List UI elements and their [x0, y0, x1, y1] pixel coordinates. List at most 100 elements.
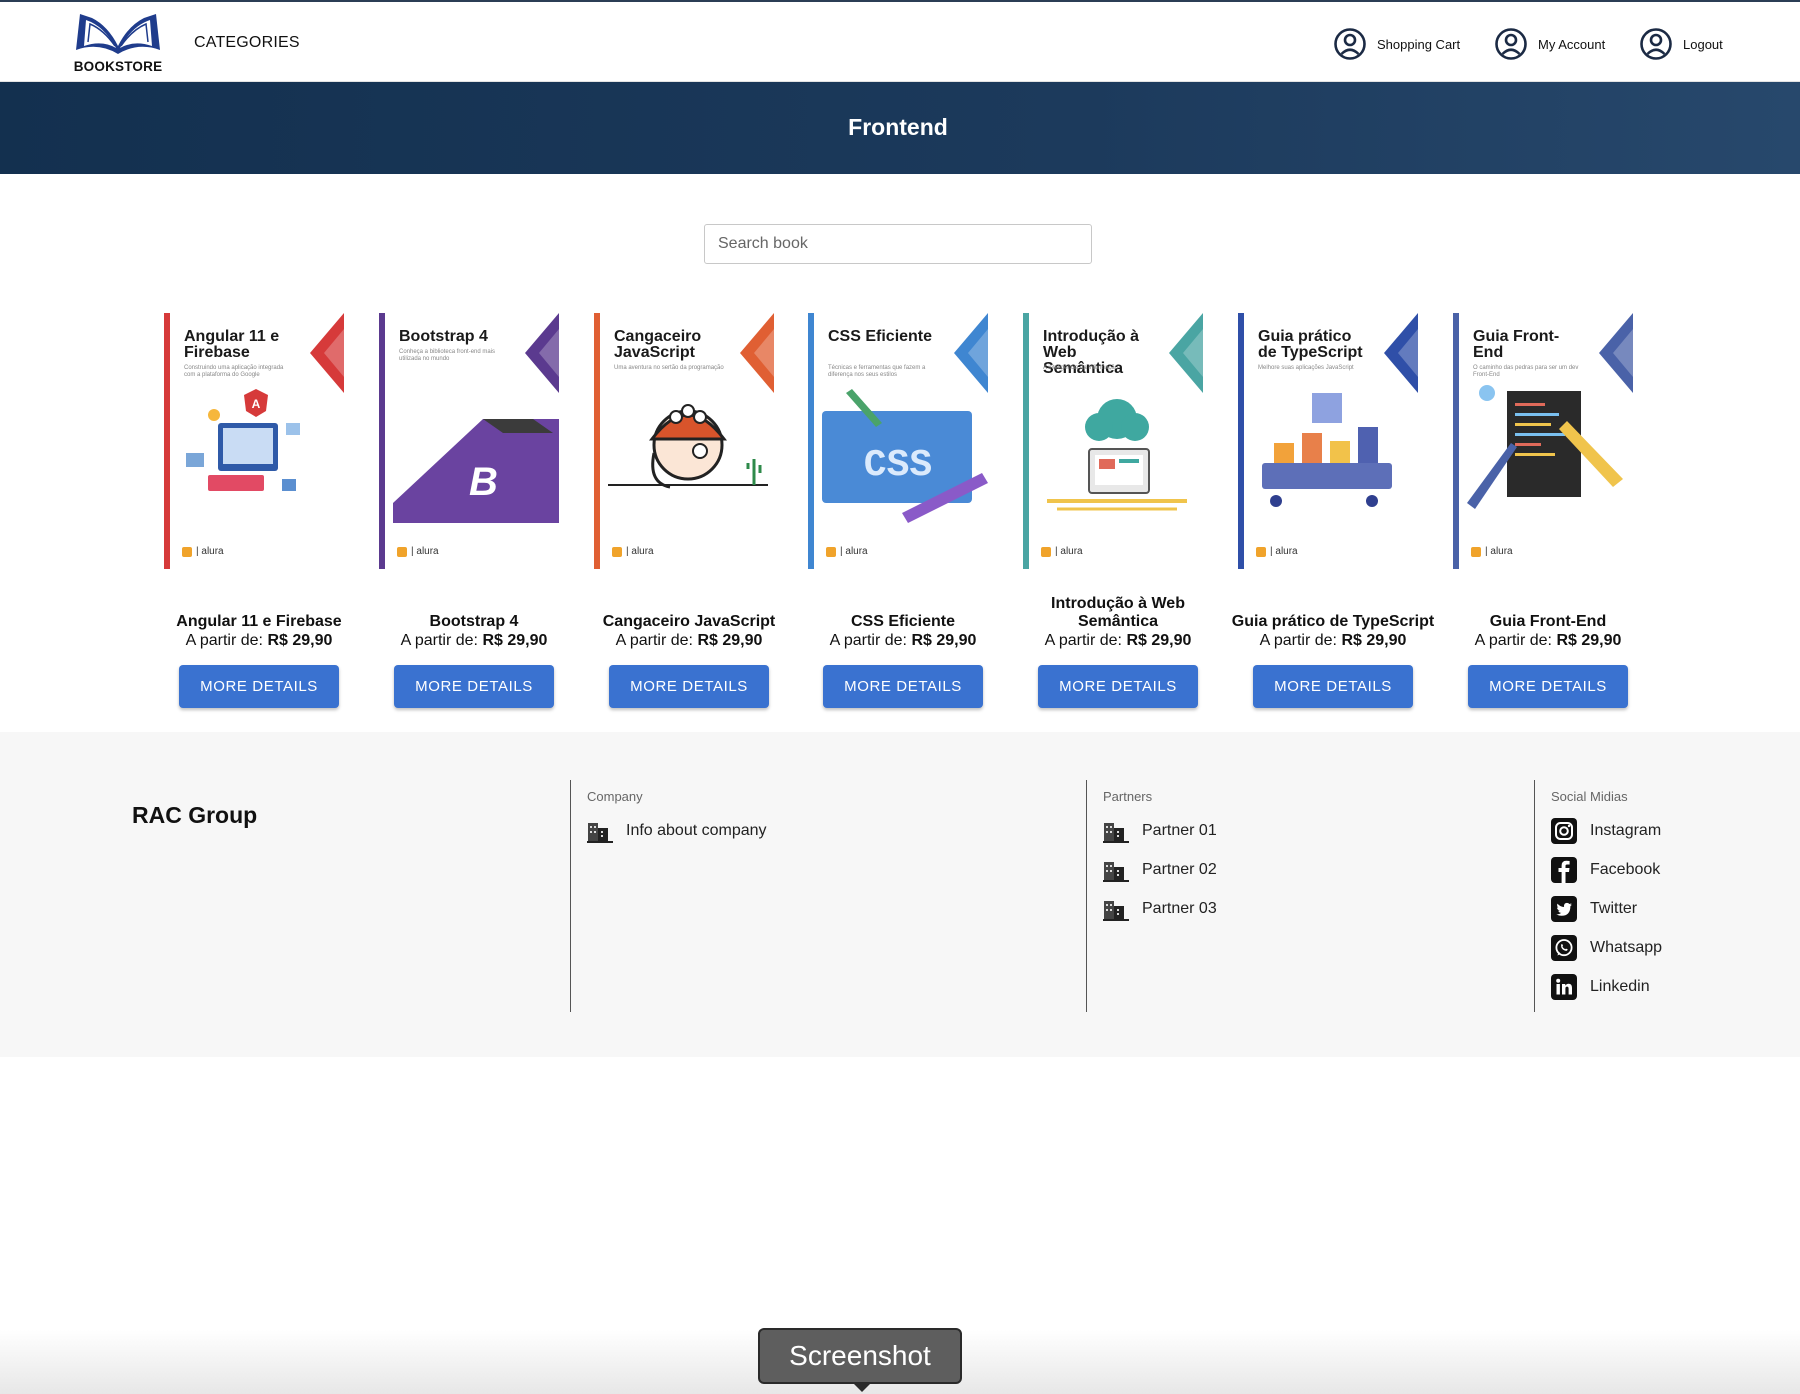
book-card: Angular 11 e Firebase Construindo uma apl… [144, 313, 344, 713]
cover-spine [1238, 313, 1244, 569]
price-value: R$ 29,90 [482, 632, 548, 649]
cover-title: Guia prático de TypeScript [1258, 328, 1363, 361]
shopping-cart-label: Shopping Cart [1377, 36, 1461, 52]
cover-title: Bootstrap 4 [399, 328, 488, 345]
book-price: A partir de: R$ 29,90 [574, 632, 804, 650]
book-price: A partir de: R$ 29,90 [1218, 632, 1448, 650]
cover-spine [1023, 313, 1029, 569]
price-value: R$ 29,90 [1556, 632, 1622, 649]
book-cover[interactable]: Bootstrap 4 Conheça a biblioteca front-en… [379, 313, 559, 569]
footer-link-partner-03[interactable]: Partner 03 [1103, 896, 1217, 922]
book-price: A partir de: R$ 29,90 [1433, 632, 1663, 650]
user-circle-icon [1495, 28, 1527, 60]
shopping-cart-link[interactable]: Shopping Cart [1333, 26, 1460, 62]
my-account-label: My Account [1538, 36, 1606, 52]
svg-text:CSS: CSS [864, 444, 932, 487]
cover-subtitle: Conheça a biblioteca front-end mais util… [399, 349, 496, 362]
footer-link-twitter[interactable]: Twitter [1551, 896, 1662, 922]
cover-flag-icon [954, 313, 988, 393]
footer: RAC Group Company Info about company Par… [0, 732, 1800, 1057]
footer-link-linkedin[interactable]: Linkedin [1551, 974, 1662, 1000]
twitter-icon [1551, 896, 1577, 922]
footer-link-whatsapp[interactable]: Whatsapp [1551, 935, 1662, 961]
cover-flag-icon [1384, 313, 1418, 393]
book-title: Bootstrap 4 [429, 613, 519, 630]
category-banner: Frontend [0, 82, 1800, 174]
price-value: R$ 29,90 [267, 632, 333, 649]
cover-flag-icon [740, 313, 774, 393]
logo-text: BOOKSTORE [73, 59, 163, 74]
price-value: R$ 29,90 [697, 632, 763, 649]
cover-flag-icon [1599, 313, 1633, 393]
cover-illustration: B [393, 419, 559, 523]
cover-subtitle: Construindo uma aplicação integrada com … [184, 365, 284, 378]
more-details-button[interactable]: MORE DETAILS [1468, 665, 1628, 708]
cover-illustration: CSS [822, 389, 988, 523]
book-price: A partir de: R$ 29,90 [359, 632, 589, 650]
user-circle-icon [1334, 28, 1366, 60]
tooltip-pointer [852, 1382, 872, 1392]
more-details-button[interactable]: MORE DETAILS [609, 665, 769, 708]
footer-link-partner-01[interactable]: Partner 01 [1103, 818, 1217, 844]
price-value: R$ 29,90 [1341, 632, 1407, 649]
book-card: Introdução à Web Semântica A inteligência… [1003, 313, 1203, 713]
book-title: Guia Front-End [1489, 613, 1607, 630]
publisher-logo: | alura [826, 546, 868, 557]
book-cover[interactable]: Angular 11 e Firebase Construindo uma apl… [164, 313, 344, 569]
book-price: A partir de: R$ 29,90 [788, 632, 1018, 650]
book-card: Guia Front-End O caminho das pedras para … [1433, 313, 1633, 713]
more-details-button[interactable]: MORE DETAILS [394, 665, 554, 708]
more-details-button[interactable]: MORE DETAILS [1038, 665, 1198, 708]
book-cover[interactable]: Guia Front-End O caminho das pedras para … [1453, 313, 1633, 569]
bookstore-logo[interactable]: BOOKSTORE [66, 8, 170, 80]
footer-link-facebook[interactable]: Facebook [1551, 857, 1662, 883]
cover-subtitle: Uma aventura no sertão da programação [614, 365, 724, 371]
cover-spine [164, 313, 170, 569]
cover-flag-icon [1169, 313, 1203, 393]
logout-link[interactable]: Logout [1639, 26, 1723, 62]
book-cover[interactable]: CSS Eficiente Técnicas e ferramentas que … [808, 313, 988, 569]
cover-illustration [1262, 393, 1392, 507]
cover-spine [594, 313, 600, 569]
categories-menu[interactable]: CATEGORIES [194, 34, 300, 52]
book-price: A partir de: R$ 29,90 [144, 632, 374, 650]
svg-text:A: A [252, 397, 261, 411]
cover-title: Guia Front-End [1473, 328, 1560, 361]
book-cover[interactable]: Cangaceiro JavaScript Uma aventura no ser… [594, 313, 774, 569]
book-card: Guia prático de TypeScript Melhore suas a… [1218, 313, 1434, 713]
footer-link-label: Facebook [1590, 861, 1661, 878]
footer-link-label: Whatsapp [1590, 939, 1663, 956]
publisher-logo: | alura [612, 546, 654, 557]
building-icon [1103, 896, 1129, 922]
footer-link-instagram[interactable]: Instagram [1551, 818, 1662, 844]
more-details-button[interactable]: MORE DETAILS [179, 665, 339, 708]
facebook-icon [1551, 857, 1577, 883]
footer-link-partner-02[interactable]: Partner 02 [1103, 857, 1217, 883]
more-details-button[interactable]: MORE DETAILS [823, 665, 983, 708]
book-card: Bootstrap 4 Conheça a biblioteca front-en… [359, 313, 559, 713]
top-navigation-bar: BOOKSTORE CATEGORIES Shopping Cart My Ac… [0, 0, 1800, 82]
page-title: Frontend [848, 114, 948, 140]
book-cover[interactable]: Introdução à Web Semântica A inteligência… [1023, 313, 1203, 569]
cover-spine [1453, 313, 1459, 569]
search-input[interactable] [704, 224, 1092, 264]
building-icon [1103, 818, 1129, 844]
publisher-logo: | alura [1471, 546, 1513, 557]
my-account-link[interactable]: My Account [1494, 26, 1605, 62]
publisher-logo: | alura [1256, 546, 1298, 557]
book-card: Cangaceiro JavaScript Uma aventura no ser… [574, 313, 775, 713]
whatsapp-icon [1551, 935, 1577, 961]
footer-link-label: Partner 02 [1142, 861, 1217, 878]
cover-spine [808, 313, 814, 569]
book-cover[interactable]: Guia prático de TypeScript Melhore suas a… [1238, 313, 1418, 569]
cover-subtitle: A inteligência da informação [1043, 365, 1119, 371]
footer-partners-column: Partners Partner 01 Partner 02 Partner 0… [1086, 780, 1217, 1012]
cover-illustration [608, 404, 768, 489]
footer-social-column: Social Midias Instagram Facebook Twitter… [1534, 780, 1662, 1012]
cover-title: Cangaceiro JavaScript [614, 328, 702, 361]
cover-subtitle: Melhore suas aplicações JavaScript [1258, 365, 1354, 371]
more-details-button[interactable]: MORE DETAILS [1253, 665, 1413, 708]
price-prefix: A partir de: [1044, 632, 1122, 649]
footer-link-info-about-company[interactable]: Info about company [587, 818, 767, 844]
cover-flag-icon [525, 313, 559, 393]
